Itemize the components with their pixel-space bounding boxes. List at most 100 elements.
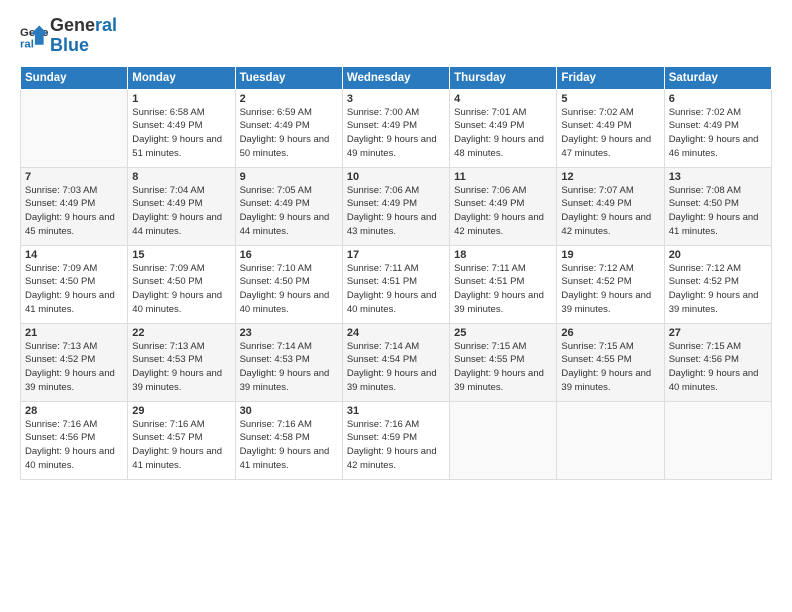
calendar-cell: 5Sunrise: 7:02 AMSunset: 4:49 PMDaylight…: [557, 89, 664, 167]
col-header-monday: Monday: [128, 66, 235, 89]
sunset: Sunset: 4:49 PM: [25, 197, 123, 211]
daylight: Daylight: 9 hours and 40 minutes.: [347, 289, 445, 317]
sunrise: Sunrise: 7:10 AM: [240, 262, 338, 276]
sunset: Sunset: 4:56 PM: [669, 353, 767, 367]
day-number: 17: [347, 249, 445, 261]
calendar-cell: 6Sunrise: 7:02 AMSunset: 4:49 PMDaylight…: [664, 89, 771, 167]
calendar-cell: [450, 401, 557, 479]
sunset: Sunset: 4:50 PM: [669, 197, 767, 211]
daylight: Daylight: 9 hours and 39 minutes.: [132, 367, 230, 395]
day-number: 26: [561, 327, 659, 339]
daylight: Daylight: 9 hours and 41 minutes.: [669, 211, 767, 239]
sunrise: Sunrise: 7:14 AM: [240, 340, 338, 354]
sunset: Sunset: 4:55 PM: [454, 353, 552, 367]
sunset: Sunset: 4:58 PM: [240, 431, 338, 445]
day-number: 8: [132, 171, 230, 183]
sunset: Sunset: 4:49 PM: [347, 197, 445, 211]
sunrise: Sunrise: 7:12 AM: [561, 262, 659, 276]
sunrise: Sunrise: 7:05 AM: [240, 184, 338, 198]
day-number: 14: [25, 249, 123, 261]
sunset: Sunset: 4:56 PM: [25, 431, 123, 445]
calendar-cell: 15Sunrise: 7:09 AMSunset: 4:50 PMDayligh…: [128, 245, 235, 323]
day-number: 21: [25, 327, 123, 339]
day-number: 25: [454, 327, 552, 339]
sunset: Sunset: 4:50 PM: [25, 275, 123, 289]
sunset: Sunset: 4:52 PM: [669, 275, 767, 289]
day-number: 20: [669, 249, 767, 261]
sunrise: Sunrise: 7:01 AM: [454, 106, 552, 120]
calendar-cell: 14Sunrise: 7:09 AMSunset: 4:50 PMDayligh…: [21, 245, 128, 323]
sunrise: Sunrise: 7:06 AM: [454, 184, 552, 198]
day-number: 24: [347, 327, 445, 339]
calendar-cell: 7Sunrise: 7:03 AMSunset: 4:49 PMDaylight…: [21, 167, 128, 245]
day-number: 13: [669, 171, 767, 183]
sunrise: Sunrise: 7:11 AM: [454, 262, 552, 276]
sunset: Sunset: 4:49 PM: [347, 119, 445, 133]
calendar-cell: [664, 401, 771, 479]
calendar-cell: 11Sunrise: 7:06 AMSunset: 4:49 PMDayligh…: [450, 167, 557, 245]
daylight: Daylight: 9 hours and 46 minutes.: [669, 133, 767, 161]
sunrise: Sunrise: 7:13 AM: [25, 340, 123, 354]
day-number: 15: [132, 249, 230, 261]
col-header-tuesday: Tuesday: [235, 66, 342, 89]
daylight: Daylight: 9 hours and 43 minutes.: [347, 211, 445, 239]
calendar-cell: 27Sunrise: 7:15 AMSunset: 4:56 PMDayligh…: [664, 323, 771, 401]
day-number: 23: [240, 327, 338, 339]
sunset: Sunset: 4:49 PM: [240, 119, 338, 133]
calendar-cell: 1Sunrise: 6:58 AMSunset: 4:49 PMDaylight…: [128, 89, 235, 167]
daylight: Daylight: 9 hours and 42 minutes.: [561, 211, 659, 239]
daylight: Daylight: 9 hours and 39 minutes.: [669, 289, 767, 317]
sunrise: Sunrise: 7:16 AM: [240, 418, 338, 432]
sunrise: Sunrise: 7:16 AM: [132, 418, 230, 432]
sunrise: Sunrise: 7:15 AM: [454, 340, 552, 354]
calendar-cell: 16Sunrise: 7:10 AMSunset: 4:50 PMDayligh…: [235, 245, 342, 323]
sunset: Sunset: 4:50 PM: [240, 275, 338, 289]
day-number: 10: [347, 171, 445, 183]
day-number: 19: [561, 249, 659, 261]
calendar-cell: [21, 89, 128, 167]
col-header-thursday: Thursday: [450, 66, 557, 89]
col-header-friday: Friday: [557, 66, 664, 89]
sunset: Sunset: 4:49 PM: [561, 119, 659, 133]
sunrise: Sunrise: 7:07 AM: [561, 184, 659, 198]
sunrise: Sunrise: 7:03 AM: [25, 184, 123, 198]
sunset: Sunset: 4:52 PM: [561, 275, 659, 289]
daylight: Daylight: 9 hours and 40 minutes.: [669, 367, 767, 395]
calendar-cell: 8Sunrise: 7:04 AMSunset: 4:49 PMDaylight…: [128, 167, 235, 245]
daylight: Daylight: 9 hours and 40 minutes.: [240, 289, 338, 317]
sunset: Sunset: 4:59 PM: [347, 431, 445, 445]
sunset: Sunset: 4:53 PM: [240, 353, 338, 367]
svg-text:ral: ral: [20, 38, 34, 50]
col-header-wednesday: Wednesday: [342, 66, 449, 89]
calendar-cell: 26Sunrise: 7:15 AMSunset: 4:55 PMDayligh…: [557, 323, 664, 401]
day-number: 11: [454, 171, 552, 183]
sunrise: Sunrise: 7:15 AM: [669, 340, 767, 354]
calendar-cell: 25Sunrise: 7:15 AMSunset: 4:55 PMDayligh…: [450, 323, 557, 401]
sunrise: Sunrise: 6:59 AM: [240, 106, 338, 120]
sunrise: Sunrise: 7:16 AM: [347, 418, 445, 432]
calendar-cell: 18Sunrise: 7:11 AMSunset: 4:51 PMDayligh…: [450, 245, 557, 323]
sunset: Sunset: 4:50 PM: [132, 275, 230, 289]
day-number: 18: [454, 249, 552, 261]
day-number: 2: [240, 93, 338, 105]
day-number: 22: [132, 327, 230, 339]
sunset: Sunset: 4:51 PM: [454, 275, 552, 289]
sunrise: Sunrise: 7:16 AM: [25, 418, 123, 432]
calendar-cell: 24Sunrise: 7:14 AMSunset: 4:54 PMDayligh…: [342, 323, 449, 401]
logo: Gene ral General Blue: [20, 16, 117, 56]
sunrise: Sunrise: 7:14 AM: [347, 340, 445, 354]
day-number: 29: [132, 405, 230, 417]
sunrise: Sunrise: 7:02 AM: [669, 106, 767, 120]
daylight: Daylight: 9 hours and 51 minutes.: [132, 133, 230, 161]
day-number: 7: [25, 171, 123, 183]
sunrise: Sunrise: 7:13 AM: [132, 340, 230, 354]
calendar-cell: 22Sunrise: 7:13 AMSunset: 4:53 PMDayligh…: [128, 323, 235, 401]
calendar-cell: 17Sunrise: 7:11 AMSunset: 4:51 PMDayligh…: [342, 245, 449, 323]
daylight: Daylight: 9 hours and 41 minutes.: [132, 445, 230, 473]
daylight: Daylight: 9 hours and 48 minutes.: [454, 133, 552, 161]
sunrise: Sunrise: 7:11 AM: [347, 262, 445, 276]
sunrise: Sunrise: 7:06 AM: [347, 184, 445, 198]
daylight: Daylight: 9 hours and 50 minutes.: [240, 133, 338, 161]
daylight: Daylight: 9 hours and 39 minutes.: [454, 289, 552, 317]
sunset: Sunset: 4:55 PM: [561, 353, 659, 367]
